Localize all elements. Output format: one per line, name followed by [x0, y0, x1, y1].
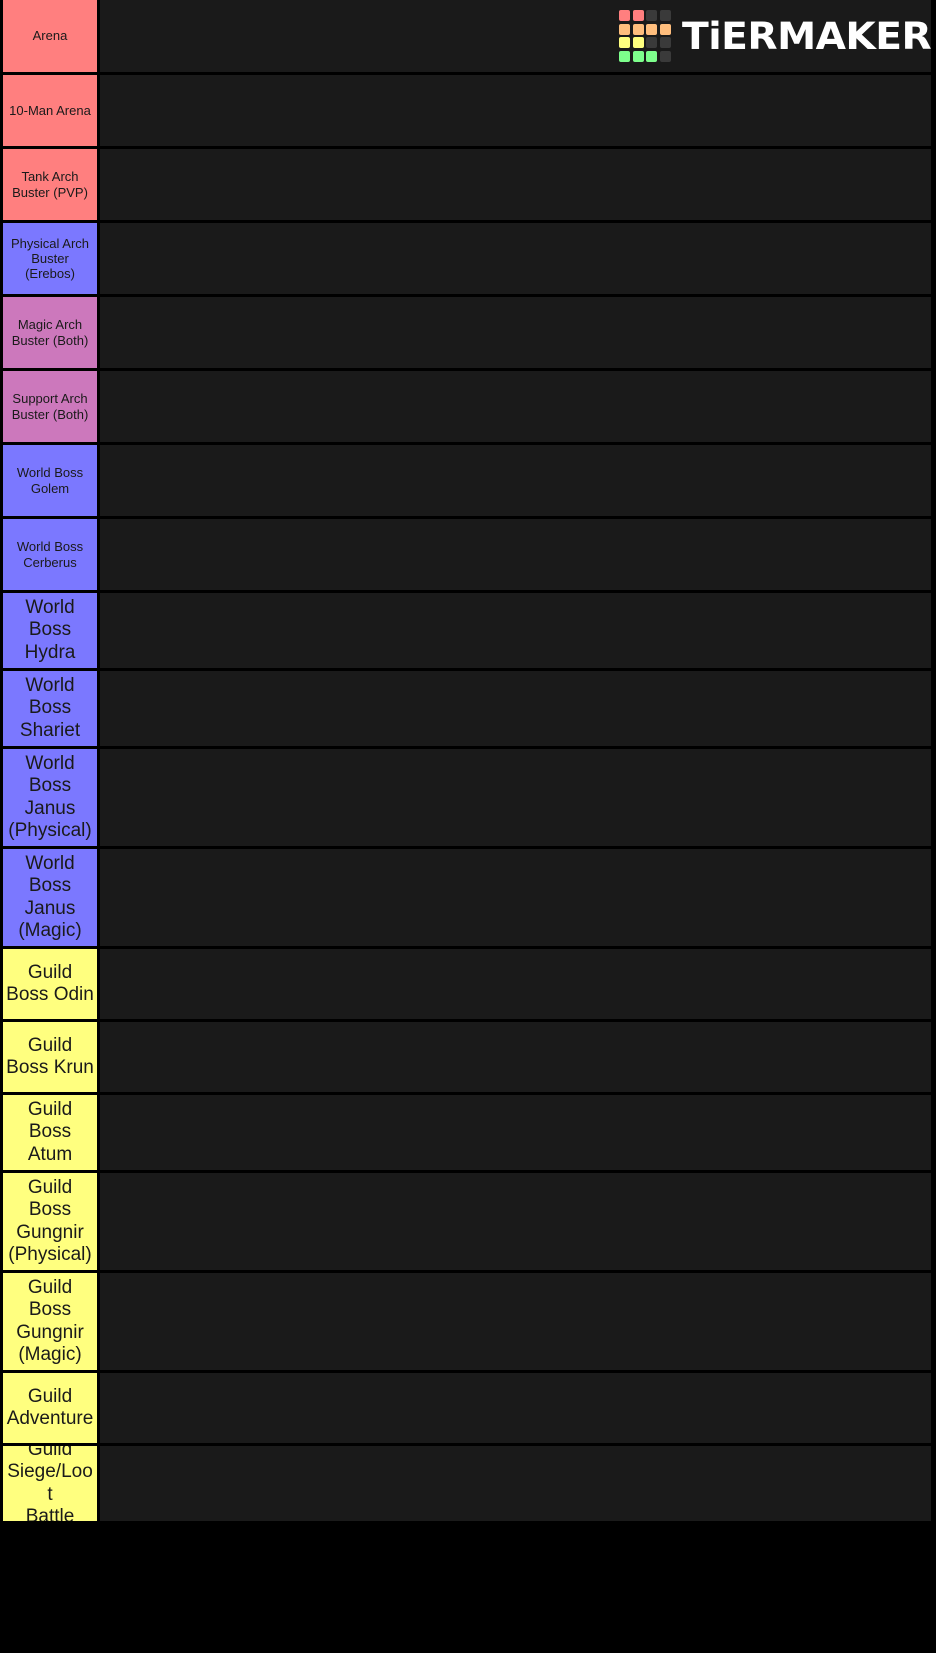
tier-row: 10-Man Arena — [0, 75, 936, 149]
tier-dropzone[interactable] — [100, 1373, 931, 1443]
logo-grid-cell — [632, 50, 644, 62]
tier-list-container: Arena TiERMAKER 10-Man Arena Tank Arch Buste… — [0, 0, 936, 1653]
tier-dropzone[interactable] — [100, 1173, 931, 1270]
tier-label[interactable]: World Boss Cerberus — [0, 519, 97, 590]
logo-grid-cell — [632, 23, 644, 35]
tier-dropzone[interactable] — [100, 223, 931, 294]
tier-label[interactable]: World Boss Janus (Physical) — [0, 749, 97, 846]
tier-row: Tank Arch Buster (PVP) — [0, 149, 936, 223]
tier-label[interactable]: Guild Adventure — [0, 1373, 97, 1443]
logo-grid-cell — [646, 23, 658, 35]
tiermaker-logo[interactable]: TiERMAKER — [619, 10, 932, 62]
tier-dropzone[interactable]: TiERMAKER — [100, 0, 932, 72]
tier-dropzone[interactable] — [100, 949, 931, 1019]
logo-grid-cell — [619, 10, 631, 22]
logo-grid-cell — [646, 50, 658, 62]
tier-row: Guild Siege/Loot Battle — [0, 1446, 936, 1524]
tier-label[interactable]: World Boss Hydra — [0, 593, 97, 668]
tier-row: Guild Adventure — [0, 1373, 936, 1446]
tier-dropzone[interactable] — [100, 1095, 931, 1170]
tier-dropzone[interactable] — [100, 849, 931, 946]
tier-dropzone[interactable] — [100, 445, 931, 516]
tier-label[interactable]: World Boss Janus (Magic) — [0, 849, 97, 946]
tier-dropzone[interactable] — [100, 75, 931, 146]
tier-row: Support Arch Buster (Both) — [0, 371, 936, 445]
tiermaker-logo-text: TiERMAKER — [681, 14, 932, 58]
tier-label[interactable]: Physical Arch Buster (Erebos) — [0, 223, 97, 294]
tier-label[interactable]: Arena — [0, 0, 97, 72]
tier-row: World Boss Janus (Magic) — [0, 849, 936, 949]
logo-grid-cell — [646, 10, 658, 22]
tier-dropzone[interactable] — [100, 371, 931, 442]
tier-row: Guild Boss Gungnir (Physical) — [0, 1173, 936, 1273]
tier-dropzone[interactable] — [100, 671, 931, 746]
tier-label[interactable]: World Boss Golem — [0, 445, 97, 516]
tier-row: World Boss Golem — [0, 445, 936, 519]
logo-grid-cell — [632, 37, 644, 49]
logo-grid-cell — [619, 23, 631, 35]
logo-grid-cell — [659, 10, 671, 22]
tier-dropzone[interactable] — [100, 749, 931, 846]
tier-label[interactable]: Guild Boss Gungnir (Physical) — [0, 1173, 97, 1270]
tier-label[interactable]: Support Arch Buster (Both) — [0, 371, 97, 442]
logo-grid-cell — [619, 50, 631, 62]
logo-grid-cell — [646, 37, 658, 49]
tier-row: World Boss Cerberus — [0, 519, 936, 593]
tier-label[interactable]: Guild Boss Gungnir (Magic) — [0, 1273, 97, 1370]
logo-grid-cell — [632, 10, 644, 22]
tier-row: World Boss Hydra — [0, 593, 936, 671]
tier-dropzone[interactable] — [100, 1446, 931, 1521]
tier-dropzone[interactable] — [100, 1273, 931, 1370]
tier-dropzone[interactable] — [100, 593, 931, 668]
tier-label[interactable]: Magic Arch Buster (Both) — [0, 297, 97, 368]
logo-grid-cell — [659, 50, 671, 62]
tier-row: Guild Boss Krun — [0, 1022, 936, 1095]
tier-row: Guild Boss Gungnir (Magic) — [0, 1273, 936, 1373]
tier-label[interactable]: Guild Siege/Loot Battle — [0, 1446, 97, 1521]
tier-label[interactable]: Guild Boss Atum — [0, 1095, 97, 1170]
tier-label[interactable]: World Boss Shariet — [0, 671, 97, 746]
tier-row: Guild Boss Atum — [0, 1095, 936, 1173]
tier-dropzone[interactable] — [100, 297, 931, 368]
logo-grid-cell — [659, 37, 671, 49]
tier-row: Physical Arch Buster (Erebos) — [0, 223, 936, 297]
tier-row: World Boss Janus (Physical) — [0, 749, 936, 849]
logo-grid-cell — [659, 23, 671, 35]
tier-row: Magic Arch Buster (Both) — [0, 297, 936, 371]
tier-label[interactable]: 10-Man Arena — [0, 75, 97, 146]
tier-row: Arena TiERMAKER — [0, 0, 936, 75]
tier-label[interactable]: Guild Boss Odin — [0, 949, 97, 1019]
tier-dropzone[interactable] — [100, 149, 931, 220]
tier-row: World Boss Shariet — [0, 671, 936, 749]
tier-dropzone[interactable] — [100, 519, 931, 590]
logo-grid-cell — [619, 37, 631, 49]
tier-label[interactable]: Tank Arch Buster (PVP) — [0, 149, 97, 220]
tiermaker-logo-grid-icon — [619, 10, 671, 62]
tier-row: Guild Boss Odin — [0, 949, 936, 1022]
tier-dropzone[interactable] — [100, 1022, 931, 1092]
tier-label[interactable]: Guild Boss Krun — [0, 1022, 97, 1092]
